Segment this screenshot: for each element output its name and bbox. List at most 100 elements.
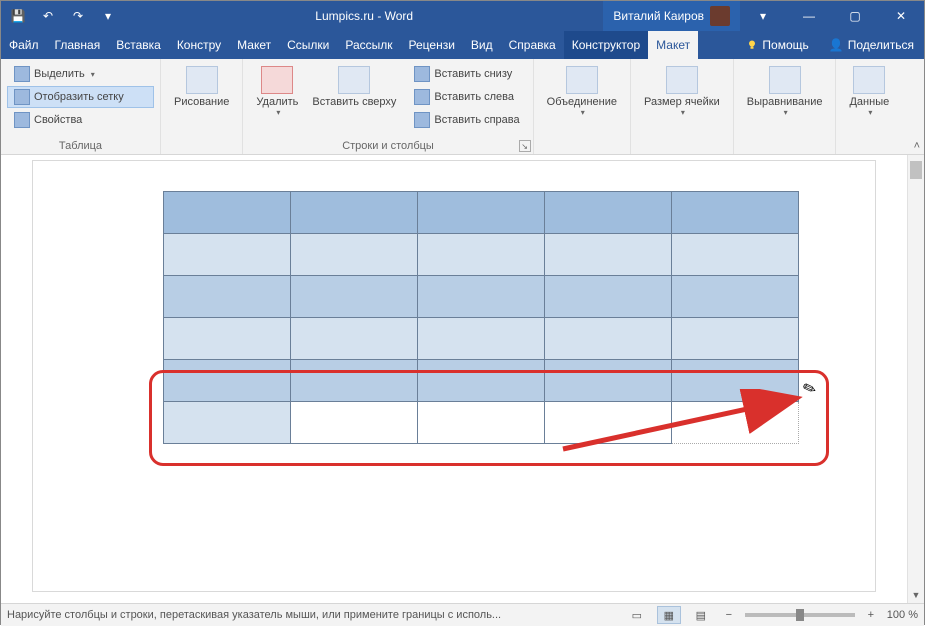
merge-label: Объединение <box>547 96 617 108</box>
delete-button[interactable]: Удалить▾ <box>249 63 305 131</box>
tab-table-design[interactable]: Конструктор <box>564 31 648 59</box>
ribbon-tabs: Файл Главная Вставка Констру Макет Ссылк… <box>1 31 924 59</box>
window-controls: ▾ — ▢ ✕ <box>740 1 924 31</box>
table-row[interactable] <box>164 234 799 276</box>
data-button[interactable]: Данные▾ <box>842 63 896 120</box>
tab-layout[interactable]: Макет <box>229 31 279 59</box>
status-bar: Нарисуйте столбцы и строки, перетаскивая… <box>1 603 924 626</box>
insert-above-icon <box>338 66 370 94</box>
document-table[interactable] <box>163 191 799 444</box>
vertical-scrollbar[interactable]: ▲ ▼ <box>907 155 924 603</box>
zoom-in-button[interactable]: + <box>863 609 879 621</box>
zoom-slider[interactable] <box>745 613 855 617</box>
dialog-launcher-icon[interactable]: ↘ <box>519 140 531 152</box>
chevron-down-icon: ▾ <box>784 108 788 117</box>
pen-cursor-icon: ✎ <box>800 377 819 400</box>
pencil-icon <box>186 66 218 94</box>
tab-design[interactable]: Констру <box>169 31 229 59</box>
insert-below-icon <box>414 66 430 82</box>
window-title: Lumpics.ru - Word <box>125 9 603 23</box>
insert-above-button[interactable]: Вставить сверху <box>305 63 403 131</box>
properties-icon <box>14 112 30 128</box>
merge-button[interactable]: Объединение▾ <box>540 63 624 120</box>
tell-me-button[interactable]: Помощь <box>736 38 818 52</box>
insert-left-button[interactable]: Вставить слева <box>407 86 526 108</box>
merge-icon <box>566 66 598 94</box>
properties-button[interactable]: Свойства <box>7 109 154 131</box>
redo-button[interactable]: ↷ <box>65 3 91 29</box>
titlebar: 💾 ↶ ↷ ▾ Lumpics.ru - Word Виталий Каиров… <box>1 1 924 31</box>
insert-right-label: Вставить справа <box>434 114 519 126</box>
cursor-icon <box>14 66 30 82</box>
minimize-button[interactable]: — <box>786 1 832 31</box>
collapse-ribbon-button[interactable]: ˄ <box>914 140 920 152</box>
table-row[interactable] <box>164 318 799 360</box>
zoom-knob[interactable] <box>796 609 804 621</box>
read-mode-button[interactable]: ▭ <box>625 606 649 624</box>
group-table-label: Таблица <box>7 138 154 152</box>
tab-help[interactable]: Справка <box>501 31 564 59</box>
align-icon <box>769 66 801 94</box>
tab-home[interactable]: Главная <box>47 31 109 59</box>
group-merge: Объединение▾ <box>534 59 631 154</box>
scroll-down-icon[interactable]: ▼ <box>908 586 924 603</box>
zoom-out-button[interactable]: − <box>721 609 737 621</box>
ribbon: Выделить ▾ Отобразить сетку Свойства Табл… <box>1 59 924 155</box>
web-layout-button[interactable]: ▤ <box>689 606 713 624</box>
table-row[interactable] <box>164 192 799 234</box>
alignment-button[interactable]: Выравнивание▾ <box>740 63 830 120</box>
gridlines-label: Отобразить сетку <box>34 91 124 103</box>
chevron-down-icon: ▾ <box>276 108 280 117</box>
insert-above-label: Вставить сверху <box>312 96 396 108</box>
chevron-down-icon: ▾ <box>681 108 685 117</box>
table-row[interactable] <box>164 276 799 318</box>
group-cellsize: Размер ячейки▾ <box>631 59 734 154</box>
tab-review[interactable]: Рецензи <box>401 31 463 59</box>
status-hint: Нарисуйте столбцы и строки, перетаскивая… <box>7 609 501 621</box>
table-row[interactable] <box>164 402 799 444</box>
maximize-button[interactable]: ▢ <box>832 1 878 31</box>
insert-below-button[interactable]: Вставить снизу <box>407 63 526 85</box>
table-row[interactable] <box>164 360 799 402</box>
page[interactable]: ✎ <box>33 161 875 591</box>
tab-file[interactable]: Файл <box>1 31 47 59</box>
tell-me-label: Помощь <box>762 38 808 52</box>
group-delete: Удалить▾ Вставить сверху Вставить снизу … <box>243 59 533 154</box>
save-button[interactable]: 💾 <box>5 3 31 29</box>
cellsize-button[interactable]: Размер ячейки▾ <box>637 63 727 120</box>
insert-right-icon <box>414 112 430 128</box>
share-label: Поделиться <box>848 38 914 52</box>
undo-button[interactable]: ↶ <box>35 3 61 29</box>
group-rowscols-label: Строки и столбцы <box>249 138 526 152</box>
share-button[interactable]: 👤 Поделиться <box>819 38 924 52</box>
close-button[interactable]: ✕ <box>878 1 924 31</box>
tab-insert[interactable]: Вставка <box>108 31 169 59</box>
ribbon-display-options[interactable]: ▾ <box>740 1 786 31</box>
print-layout-button[interactable]: ▦ <box>657 606 681 624</box>
scrollbar-thumb[interactable] <box>910 161 922 179</box>
select-button[interactable]: Выделить ▾ <box>7 63 154 85</box>
tab-view[interactable]: Вид <box>463 31 501 59</box>
chevron-down-icon: ▾ <box>91 70 95 79</box>
group-align: Выравнивание▾ <box>734 59 837 154</box>
data-label: Данные <box>849 96 889 108</box>
delete-icon <box>261 66 293 94</box>
user-badge[interactable]: Виталий Каиров <box>603 1 740 31</box>
delete-label: Удалить <box>256 96 298 108</box>
view-gridlines-button[interactable]: Отобразить сетку <box>7 86 154 108</box>
zoom-level[interactable]: 100 % <box>887 609 918 621</box>
insert-right-button[interactable]: Вставить справа <box>407 109 526 131</box>
chevron-down-icon: ▾ <box>868 108 872 117</box>
cellsize-icon <box>666 66 698 94</box>
chevron-down-icon: ▾ <box>581 108 585 117</box>
tab-mailings[interactable]: Рассылк <box>337 31 400 59</box>
grid-icon <box>14 89 30 105</box>
data-icon <box>853 66 885 94</box>
draw-table-button[interactable]: Рисование <box>167 63 236 111</box>
qat-customize[interactable]: ▾ <box>95 3 121 29</box>
insert-below-label: Вставить снизу <box>434 68 512 80</box>
select-label: Выделить <box>34 68 85 80</box>
user-name: Виталий Каиров <box>613 9 704 23</box>
tab-table-layout[interactable]: Макет <box>648 31 698 59</box>
tab-references[interactable]: Ссылки <box>279 31 337 59</box>
